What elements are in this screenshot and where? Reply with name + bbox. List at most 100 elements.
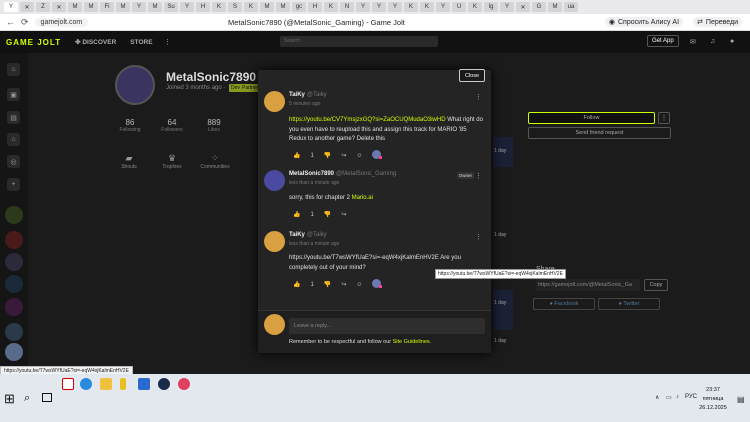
browser-tab[interactable]: M [116, 2, 130, 12]
tray-chevron-icon[interactable]: ∧ [655, 394, 659, 401]
twitter-share-button[interactable]: ● Twitter [598, 298, 660, 310]
commenter-name[interactable]: MetalSonic7890 @MetalSonic_Gaming [289, 171, 396, 177]
commenter-avatar[interactable] [264, 91, 285, 112]
comment-more-icon[interactable]: ⋮ [475, 233, 482, 241]
notification-icon[interactable]: ♫ [710, 38, 715, 45]
sidebar-community-4[interactable] [5, 275, 23, 293]
notifications-icon[interactable]: ▤ [737, 395, 745, 404]
browser-tab[interactable]: M [548, 2, 562, 12]
commenter-name[interactable]: TaiKy @Taiky [289, 92, 327, 98]
comment-link[interactable]: Mario.ai [352, 195, 373, 201]
dislike-icon[interactable]: 👎 [324, 281, 331, 288]
profile-more-button[interactable]: ⋮ [658, 112, 670, 124]
close-button[interactable]: Close [459, 69, 485, 82]
sidebar-community-2[interactable] [5, 231, 23, 249]
nav-store[interactable]: STORE [130, 39, 152, 46]
search-icon[interactable]: ⌕ [24, 392, 30, 405]
site-search-input[interactable]: Search [280, 36, 438, 47]
steam-icon[interactable] [158, 378, 170, 390]
browser-tab[interactable]: K [212, 2, 226, 12]
browser-tab[interactable]: ✕ [516, 2, 530, 12]
volume-icon[interactable]: ♪ [676, 394, 679, 400]
browser-tab[interactable]: H [196, 2, 210, 12]
stat-likes[interactable]: 889 Likes [199, 118, 229, 133]
dislike-icon[interactable]: 👎 [324, 211, 331, 218]
sidebar-community-6[interactable] [5, 323, 23, 341]
browser-tab[interactable]: Y [372, 2, 386, 12]
browser-tab[interactable]: M [260, 2, 274, 12]
browser-tab[interactable]: Su [164, 2, 178, 12]
browser-tab[interactable]: H [308, 2, 322, 12]
reply-input[interactable]: Leave a reply... [289, 318, 485, 334]
send-friend-request-button[interactable]: Send friend request [528, 127, 671, 139]
sidebar-feed-icon[interactable]: ▤ [7, 111, 20, 124]
sidebar-community-5[interactable] [5, 298, 23, 316]
browser-tab[interactable]: ✕ [20, 2, 34, 12]
tab-trophies[interactable]: ♛ Trophies [155, 153, 189, 170]
sidebar-community-1[interactable] [5, 206, 23, 224]
share-url-field[interactable]: https://gamejolt.com/@MetalSonic_Ga [536, 279, 640, 291]
profile-avatar[interactable] [115, 65, 155, 105]
follow-button[interactable]: Follow [528, 112, 655, 124]
chat-icon[interactable]: ✉ [690, 38, 696, 46]
browser-tab[interactable]: M [84, 2, 98, 12]
browser-tab[interactable]: Y [180, 2, 194, 12]
comment-more-icon[interactable]: ⋮ [475, 172, 482, 180]
browser-tab[interactable]: gc [292, 2, 306, 12]
browser-tab[interactable]: Fi [100, 2, 114, 12]
translate-button[interactable]: ⇄ Переведи [693, 17, 742, 27]
alice-button[interactable]: ◉ Спросить Алису AI [604, 17, 684, 27]
edge-icon[interactable] [80, 378, 92, 390]
browser-tab[interactable]: K [420, 2, 434, 12]
browser-tab[interactable]: K [468, 2, 482, 12]
browser-tab[interactable]: K [404, 2, 418, 12]
like-icon[interactable]: 👍 [293, 152, 300, 159]
browser-tab[interactable]: G [532, 2, 546, 12]
user-avatar-icon[interactable]: ● [730, 38, 734, 45]
reply-icon[interactable]: ↪ [341, 211, 346, 218]
site-guidelines-link[interactable]: Site Guidelines [393, 339, 430, 345]
add-reaction-icon[interactable]: ☺ [356, 153, 362, 159]
facebook-share-button[interactable]: ● Facebook [533, 298, 595, 310]
browser-tab[interactable]: U [452, 2, 466, 12]
more-icon[interactable]: ⋮ [164, 38, 171, 46]
add-reaction-icon[interactable]: ☺ [356, 282, 362, 288]
url-field[interactable]: gamejolt.com [34, 17, 89, 27]
copy-button[interactable]: Copy [644, 279, 668, 291]
reaction-badge[interactable] [372, 150, 383, 161]
back-icon[interactable]: ← [6, 17, 15, 27]
clock[interactable]: 23:37 пятница 26.12.2025 [696, 386, 730, 413]
dislike-icon[interactable]: 👎 [324, 152, 331, 159]
browser-tab[interactable]: ua [564, 2, 578, 12]
browser-tab[interactable]: Y [4, 2, 18, 12]
tab-shouts[interactable]: ▰ Shouts [112, 153, 146, 170]
gamejolt-logo[interactable]: GAME JOLT [6, 38, 61, 47]
file-explorer-icon[interactable] [100, 378, 112, 390]
commenter-name[interactable]: TaiKy @Taiky [289, 232, 327, 238]
browser-tab[interactable]: M [276, 2, 290, 12]
network-icon[interactable]: ▭ [666, 394, 672, 401]
browser-tab[interactable]: Y [500, 2, 514, 12]
reply-icon[interactable]: ↪ [341, 152, 346, 159]
like-icon[interactable]: 👍 [293, 211, 300, 218]
browser-tab[interactable]: Z [36, 2, 50, 12]
yandex-browser-icon[interactable] [62, 378, 74, 390]
stat-followers[interactable]: 64 Followers [157, 118, 187, 133]
comment-link[interactable]: https://youtu.be/CV7YmsjzxGQ?si=ZaOCUQMu… [289, 117, 446, 123]
comment-more-icon[interactable]: ⋮ [475, 93, 482, 101]
browser-tab[interactable]: Y [356, 2, 370, 12]
browser-tab[interactable]: M [148, 2, 162, 12]
reply-icon[interactable]: ↪ [341, 281, 346, 288]
reload-icon[interactable]: ⟳ [21, 17, 29, 28]
sidebar-game-icon[interactable]: ◎ [7, 155, 20, 168]
browser-tab[interactable]: Y [388, 2, 402, 12]
app-icon-2[interactable] [138, 378, 150, 390]
sidebar-store-icon[interactable]: ⌂ [7, 133, 20, 146]
sidebar-add-icon[interactable]: + [7, 178, 20, 191]
task-view-icon[interactable] [42, 393, 52, 402]
like-icon[interactable]: 👍 [293, 281, 300, 288]
browser-tab[interactable]: N [340, 2, 354, 12]
windows-start-icon[interactable]: ⊞ [4, 391, 15, 407]
get-app-button[interactable]: Get App [647, 35, 679, 47]
nav-discover[interactable]: ✤ DISCOVER [75, 38, 116, 46]
